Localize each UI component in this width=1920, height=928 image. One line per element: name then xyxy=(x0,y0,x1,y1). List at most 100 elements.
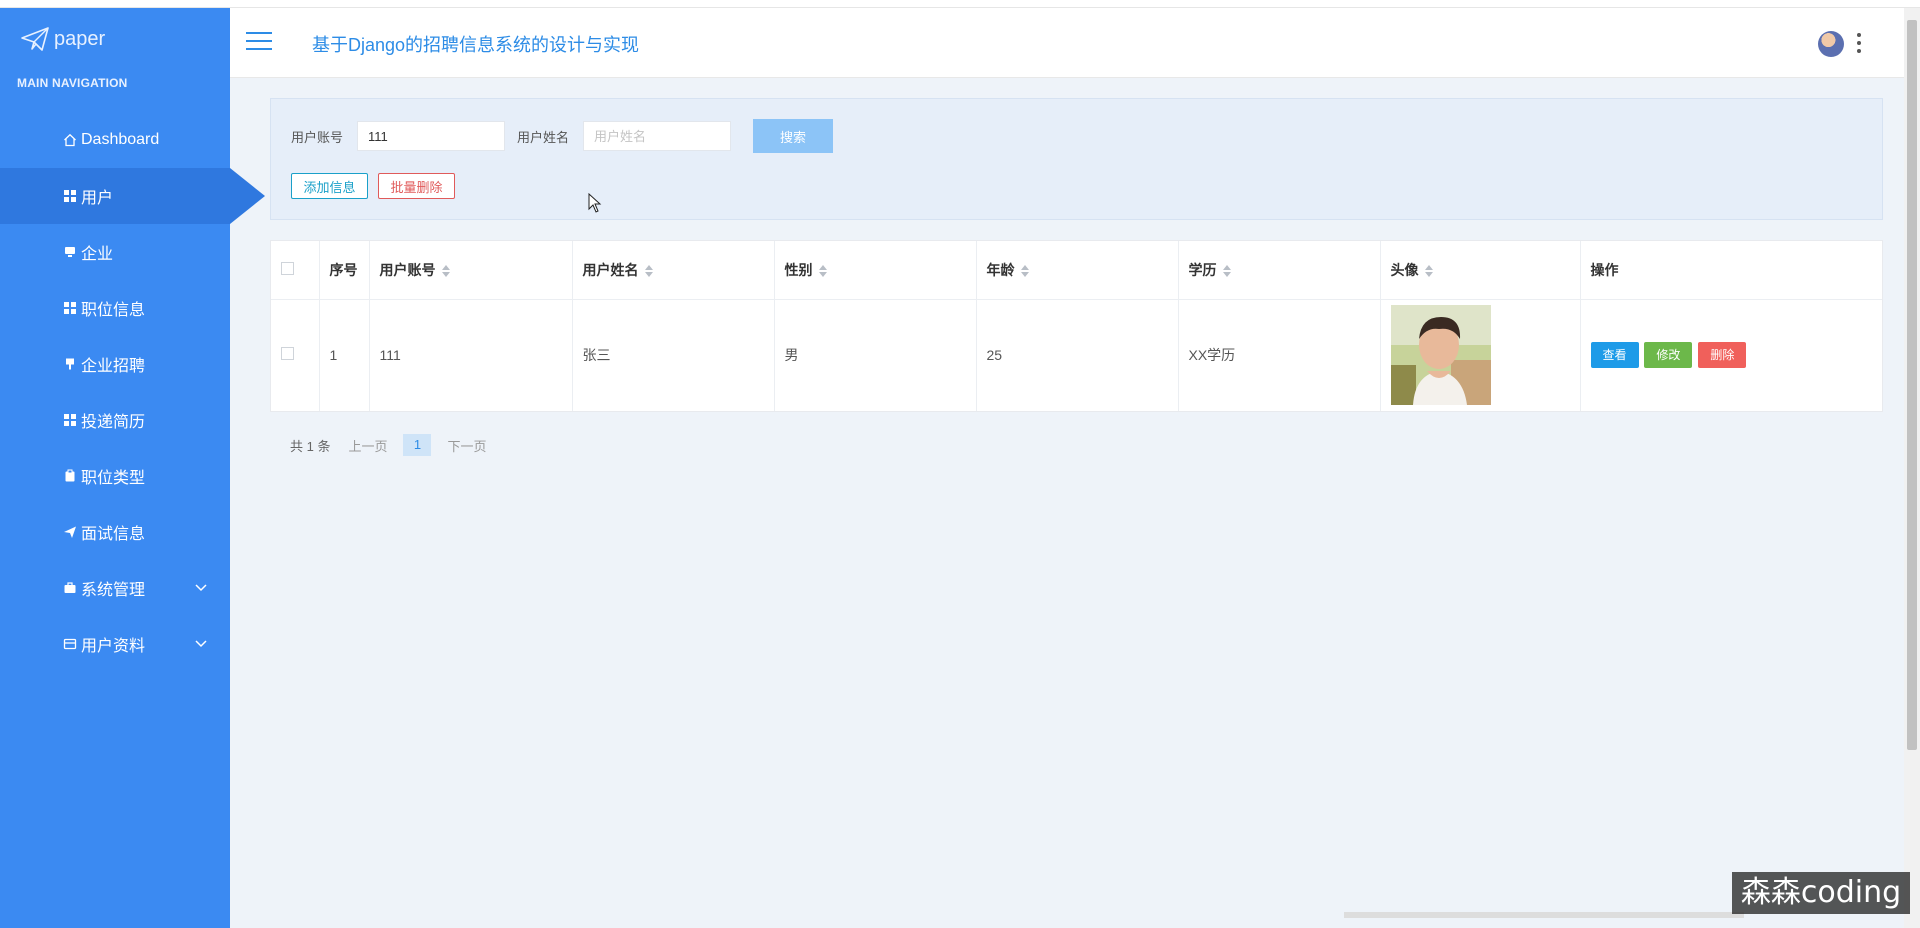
table-header-row: 序号 用户账号 用户姓名 性别 年龄 学历 头像 操作 xyxy=(271,241,1882,300)
cell-age: 25 xyxy=(976,299,1179,411)
top-header: 基于Django的招聘信息系统的设计与实现 xyxy=(230,8,1920,78)
account-label: 用户账号 xyxy=(291,130,344,145)
batch-delete-button[interactable]: 批量删除 xyxy=(378,173,455,199)
sidebar-item-label: Dashboard xyxy=(81,131,160,148)
row-select-cell[interactable] xyxy=(271,299,320,411)
sidebar: paper MAIN NAVIGATION Dashboard 用户 企业 职位… xyxy=(0,8,265,928)
column-header-age[interactable]: 年龄 xyxy=(976,241,1179,300)
monitor-icon xyxy=(63,245,77,259)
sidebar-item-label: 职位信息 xyxy=(81,302,146,319)
sidebar-item-interview[interactable]: 面试信息 xyxy=(0,504,230,560)
user-photo[interactable] xyxy=(1390,305,1491,406)
sidebar-item-label: 企业 xyxy=(81,246,114,263)
sidebar-item-company[interactable]: 企业 xyxy=(0,224,230,280)
column-header-label: 头像 xyxy=(1390,261,1419,278)
briefcase-icon xyxy=(63,581,77,595)
watermark: 森森coding xyxy=(1732,872,1910,914)
sort-icon[interactable] xyxy=(1222,265,1231,278)
account-input[interactable] xyxy=(357,121,505,151)
scrollbar-thumb[interactable] xyxy=(1907,20,1917,750)
cell-index: 1 xyxy=(319,299,370,411)
home-icon xyxy=(63,133,77,147)
select-all-checkbox[interactable] xyxy=(281,261,294,275)
edit-button[interactable]: 修改 xyxy=(1644,342,1693,369)
column-header-index: 序号 xyxy=(319,241,370,300)
more-vertical-icon[interactable] xyxy=(1856,33,1862,53)
column-header-label: 用户姓名 xyxy=(582,261,639,278)
row-checkbox[interactable] xyxy=(281,347,294,361)
search-panel: 用户账号 用户姓名 搜索 添加信息 批量删除 xyxy=(270,98,1883,220)
add-info-button[interactable]: 添加信息 xyxy=(291,173,368,199)
grid-icon xyxy=(63,413,77,427)
chevron-down-icon[interactable] xyxy=(194,636,208,650)
cell-account: 111 xyxy=(369,299,573,411)
sidebar-item-label: 面试信息 xyxy=(81,526,146,543)
column-header-label: 年龄 xyxy=(986,261,1015,278)
cell-name: 张三 xyxy=(572,299,775,411)
nav-header: MAIN NAVIGATION xyxy=(17,76,128,90)
table-row: 1 111 张三 男 25 XX学历 查看 修改 删除 xyxy=(271,299,1882,411)
sidebar-item-profile[interactable]: 用户资料 xyxy=(0,616,230,672)
data-table: 序号 用户账号 用户姓名 性别 年龄 学历 头像 操作 1 111 张三 男 2… xyxy=(270,240,1883,412)
grid-icon xyxy=(63,301,77,315)
name-input[interactable] xyxy=(583,121,731,151)
sidebar-item-resume[interactable]: 投递简历 xyxy=(0,392,230,448)
column-header-avatar[interactable]: 头像 xyxy=(1380,241,1581,300)
sidebar-item-label: 用户资料 xyxy=(81,638,146,655)
sort-icon[interactable] xyxy=(818,265,827,278)
sidebar-item-users[interactable]: 用户 xyxy=(0,168,265,224)
app: paper MAIN NAVIGATION Dashboard 用户 企业 职位… xyxy=(0,0,1920,928)
sidebar-item-system[interactable]: 系统管理 xyxy=(0,560,230,616)
delete-button[interactable]: 删除 xyxy=(1698,342,1747,369)
clipboard-icon xyxy=(63,469,77,483)
chevron-down-icon[interactable] xyxy=(194,580,208,594)
prev-page-link[interactable]: 上一页 xyxy=(348,436,387,455)
column-header-account[interactable]: 用户账号 xyxy=(369,241,573,300)
column-header-label: 操作 xyxy=(1590,261,1619,278)
pagination: 共 1 条 上一页 1 下一页 xyxy=(290,434,503,456)
header-select-all[interactable] xyxy=(271,241,320,300)
column-header-gender[interactable]: 性别 xyxy=(774,241,977,300)
sidebar-item-recruitment[interactable]: 企业招聘 xyxy=(0,336,230,392)
sort-icon[interactable] xyxy=(441,265,450,278)
sidebar-item-label: 系统管理 xyxy=(81,582,146,599)
sidebar-item-label: 职位类型 xyxy=(81,470,146,487)
bottom-shadow xyxy=(1344,912,1744,918)
view-button[interactable]: 查看 xyxy=(1590,342,1639,369)
name-label: 用户姓名 xyxy=(517,130,570,145)
sidebar-item-job-type[interactable]: 职位类型 xyxy=(0,448,230,504)
search-button[interactable]: 搜索 xyxy=(753,119,833,153)
sidebar-nav: Dashboard 用户 企业 职位信息 企业招聘 投递简历 职位类型 面试信息… xyxy=(0,112,265,672)
sort-icon[interactable] xyxy=(644,265,653,278)
cell-education: XX学历 xyxy=(1178,299,1381,411)
sidebar-item-label: 用户 xyxy=(81,190,114,207)
avatar[interactable] xyxy=(1818,31,1844,57)
sort-icon[interactable] xyxy=(1424,265,1433,278)
paper-plane-icon xyxy=(21,27,49,51)
column-header-label: 用户账号 xyxy=(379,261,436,278)
cell-gender: 男 xyxy=(774,299,977,411)
page-scrollbar[interactable] xyxy=(1904,8,1920,928)
send-icon xyxy=(63,525,77,539)
column-header-label: 序号 xyxy=(329,261,358,278)
current-page[interactable]: 1 xyxy=(403,434,432,456)
column-header-name[interactable]: 用户姓名 xyxy=(572,241,775,300)
sort-icon[interactable] xyxy=(1020,265,1029,278)
column-header-actions: 操作 xyxy=(1580,241,1882,300)
sidebar-item-dashboard[interactable]: Dashboard xyxy=(0,112,230,168)
flag-icon xyxy=(63,357,77,371)
page-title: 基于Django的招聘信息系统的设计与实现 xyxy=(312,35,640,55)
column-header-education[interactable]: 学历 xyxy=(1178,241,1381,300)
menu-toggle-icon[interactable] xyxy=(246,32,272,52)
sidebar-item-job-info[interactable]: 职位信息 xyxy=(0,280,230,336)
grid-icon xyxy=(63,189,77,203)
card-icon xyxy=(63,637,77,651)
logo-text: paper xyxy=(54,27,106,50)
next-page-link[interactable]: 下一页 xyxy=(447,436,486,455)
column-header-label: 学历 xyxy=(1188,261,1217,278)
cell-avatar xyxy=(1380,299,1581,411)
logo[interactable]: paper xyxy=(20,24,105,54)
mouse-cursor-icon xyxy=(588,193,602,213)
sidebar-item-label: 投递简历 xyxy=(81,414,146,431)
top-strip xyxy=(0,0,1920,8)
